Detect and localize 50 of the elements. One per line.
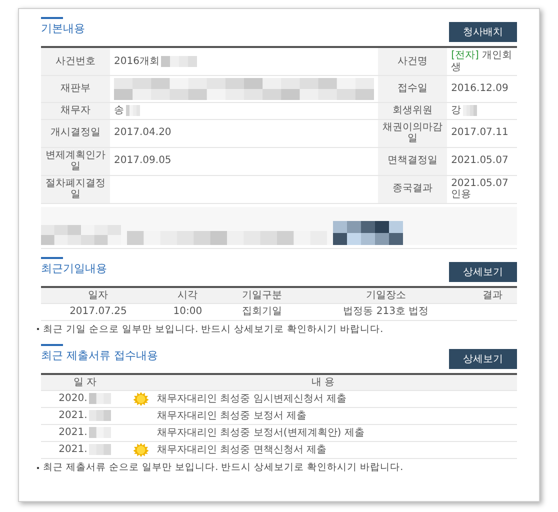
field-value: 2016.12.09 — [451, 83, 508, 94]
field-value: 2021.05.07 인용 — [451, 178, 508, 200]
column-header: 결과 — [468, 286, 517, 304]
field-value: 송 — [114, 105, 124, 116]
field-label: 재판부 — [60, 83, 91, 94]
column-header: 일 자 — [41, 374, 129, 391]
field-label: 접수일 — [398, 83, 428, 94]
section-title: 최근 제출서류 접수내용 — [41, 348, 158, 364]
notice-text: 최근 기일 순으로 일부만 보입니다. 반드시 상세보기로 확인하시기 바랍니다. — [43, 322, 384, 336]
table-cell: 2021. — [58, 410, 88, 422]
field-label: 면책결정일 — [388, 155, 438, 166]
column-header: 기일장소 — [304, 286, 468, 304]
table-cell: 2021. — [58, 428, 88, 439]
table-cell: 2020. — [58, 394, 88, 405]
table-cell: 2021. — [58, 444, 88, 456]
column-header: 시각 — [155, 286, 220, 304]
column-header: 기일구분 — [220, 286, 304, 304]
field-value: 2021.05.07 — [451, 155, 508, 166]
field-label: 절차폐지결정일 — [46, 178, 106, 200]
column-header: 내 용 — [129, 374, 517, 391]
table-cell: 채무자대리인 최성중 보정서(변제계획안) 제출 — [157, 428, 364, 439]
field-label: 회생위원 — [392, 105, 433, 116]
floor-plan-button[interactable]: 청사배치 — [449, 22, 517, 42]
details-button[interactable]: 상세보기 — [449, 348, 517, 369]
field-label: 개시결정일 — [50, 127, 101, 138]
field-value: 2017.04.20 — [114, 127, 172, 138]
table-cell: 채무자대리인 최성중 면책신청서 제출 — [157, 444, 327, 456]
field-label: 사건번호 — [56, 56, 96, 67]
field-value: [전자] 개인회생 — [451, 50, 512, 72]
details-button[interactable]: 상세보기 — [449, 262, 517, 282]
column-header: 일자 — [41, 286, 156, 304]
field-value: 강 — [451, 105, 462, 116]
table-cell: 채무자대리인 최성중 임시변제신청서 제출 — [157, 394, 347, 405]
table-cell: 채무자대리인 최성중 보정서 제출 — [157, 410, 307, 422]
blurred-area — [333, 220, 403, 245]
section-title: 기본내용 — [41, 21, 85, 37]
field-label: 채권이의마감일 — [382, 122, 443, 144]
table-cell: 2017.07.25 — [70, 306, 127, 318]
notice-text: 최근 제출서류 순으로 일부만 보입니다. 반드시 상세보기로 확인하시기 바랍니다. — [43, 461, 404, 474]
table-cell: 집회기일 — [242, 306, 282, 318]
field-value: 2017.07.11 — [451, 127, 508, 138]
field-label: 종국결과 — [392, 183, 433, 194]
field-value: 2017.09.05 — [114, 155, 172, 166]
table-cell: 10:00 — [173, 306, 202, 318]
field-label: 채무자 — [60, 105, 91, 116]
table-cell: 법정동 213호 법정 — [343, 306, 429, 318]
field-label: 사건명 — [398, 56, 428, 67]
field-value: 2016개회 — [114, 56, 160, 67]
field-label: 변제계획인가일 — [46, 150, 106, 172]
section-title: 최근기일내용 — [41, 260, 107, 277]
